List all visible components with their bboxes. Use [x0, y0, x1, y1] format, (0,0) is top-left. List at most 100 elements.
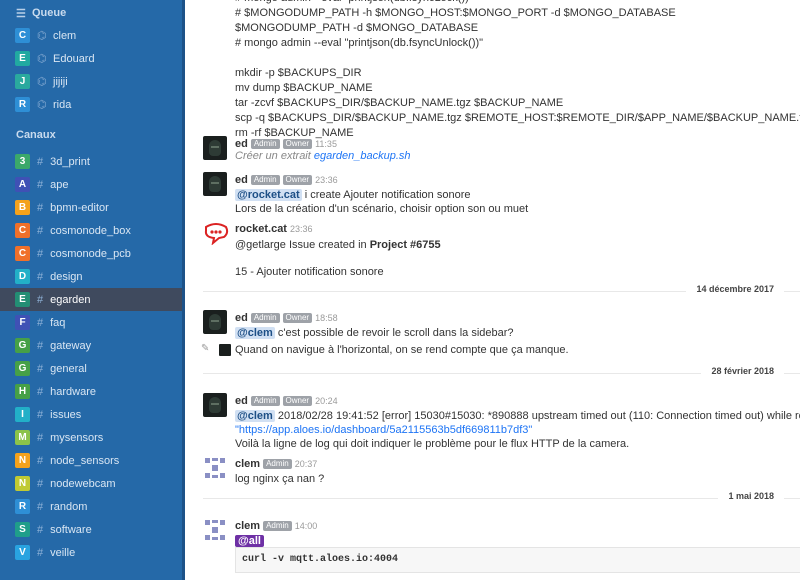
script-line: # mongo admin --eval "printjson(db.fsync…: [235, 37, 484, 49]
username[interactable]: rocket.cat: [235, 223, 287, 235]
admin-tag: Admin: [250, 139, 280, 149]
date-divider: 28 février 2018: [203, 366, 800, 380]
channel-label: hardware: [50, 385, 96, 398]
sidebar-item-cosmonode_box[interactable]: C # cosmonode_box: [0, 219, 185, 242]
sidebar-item-ape[interactable]: A # ape: [0, 173, 185, 196]
sidebar-item-software[interactable]: S # software: [0, 518, 185, 541]
channel-avatar: G: [15, 361, 30, 376]
script-line: # $MONGODUMP_PATH -h $MONGO_HOST:$MONGO_…: [235, 7, 676, 19]
sidebar-item-gateway[interactable]: G # gateway: [0, 334, 185, 357]
project-link[interactable]: Project #6755: [370, 239, 441, 251]
sidebar-item-cosmonode_pcb[interactable]: C # cosmonode_pcb: [0, 242, 185, 265]
mention[interactable]: @clem: [235, 410, 275, 422]
owner-tag: Owner: [282, 139, 313, 149]
queue-item-clem[interactable]: C ⌬ clem: [0, 24, 185, 47]
dashboard-link[interactable]: "https://app.aloes.io/dashboard/5a211556…: [235, 423, 800, 437]
all-mention[interactable]: @all: [235, 535, 264, 547]
user-avatar[interactable]: [203, 518, 227, 542]
admin-tag: Admin: [263, 521, 292, 531]
sidebar-item-mysensors[interactable]: M # mysensors: [0, 426, 185, 449]
sidebar-item-egarden[interactable]: E # egarden: [0, 288, 185, 311]
queue-item-label: jijiji: [53, 75, 68, 88]
sidebar-item-veille[interactable]: V # veille: [0, 541, 185, 564]
username[interactable]: clem: [235, 458, 260, 470]
timestamp: 20:37: [294, 459, 318, 469]
channel-label: node_sensors: [50, 454, 120, 467]
mention[interactable]: @rocket.cat: [235, 189, 302, 201]
message-text: c'est possible de revoir le scroll dans …: [274, 327, 514, 339]
sidebar-item-faq[interactable]: F # faq: [0, 311, 185, 334]
timestamp: 11:35: [315, 139, 337, 149]
queue-item-edouard[interactable]: E ⌬ Edouard: [0, 47, 185, 70]
queue-avatar: R: [15, 97, 30, 112]
user-avatar[interactable]: [203, 456, 227, 480]
script-line: scp -q $BACKUPS_DIR/$BACKUP_NAME.tgz $RE…: [235, 112, 800, 124]
channel-label: 3d_print: [50, 155, 90, 168]
channel-label: cosmonode_pcb: [50, 247, 131, 260]
channel-label: cosmonode_box: [50, 224, 131, 237]
queue-item-jijiji[interactable]: J ⌬ jijiji: [0, 70, 185, 93]
username[interactable]: ed: [235, 174, 248, 186]
owner-tag: Owner: [282, 175, 313, 185]
hash-icon: #: [37, 500, 44, 513]
queue-item-rida[interactable]: R ⌬ rida: [0, 93, 185, 116]
rocket-cat-avatar[interactable]: [203, 221, 229, 246]
sidebar-item-general[interactable]: G # general: [0, 357, 185, 380]
channel-avatar: 3: [15, 154, 30, 169]
message-text: i create Ajouter notification sonore: [301, 189, 471, 201]
sidebar-item-issues[interactable]: I # issues: [0, 403, 185, 426]
sidebar-item-node_sensors[interactable]: N # node_sensors: [0, 449, 185, 472]
queue-list: C ⌬ clem E ⌬ Edouard J ⌬ jijiji R ⌬ rida: [0, 24, 185, 116]
channel-avatar: M: [15, 430, 30, 445]
channel-label: gateway: [50, 339, 92, 352]
channel-avatar: N: [15, 476, 30, 491]
channel-label: egarden: [50, 293, 91, 306]
username[interactable]: ed: [235, 138, 248, 150]
snippet-link[interactable]: egarden_backup.sh: [314, 150, 411, 162]
sidebar-item-hardware[interactable]: H # hardware: [0, 380, 185, 403]
hash-icon: #: [37, 201, 44, 214]
channel-avatar: V: [15, 545, 30, 560]
channel-avatar: R: [15, 499, 30, 514]
sidebar-item-design[interactable]: D # design: [0, 265, 185, 288]
queue-avatar: C: [15, 28, 30, 43]
message-text: Voilà la ligne de log qui doit indiquer …: [235, 438, 630, 450]
hash-icon: #: [37, 362, 44, 375]
hash-icon: #: [37, 178, 44, 191]
owner-tag: Owner: [282, 313, 313, 323]
channel-label: mysensors: [50, 431, 104, 444]
message-text: log nginx ça nan ?: [235, 473, 325, 485]
message-text: Lors de la création d'un scénario, chois…: [235, 203, 529, 215]
hash-icon: #: [37, 293, 44, 306]
mention[interactable]: @clem: [235, 327, 275, 339]
channel-avatar: B: [15, 200, 30, 215]
username[interactable]: ed: [235, 395, 248, 407]
hash-icon: #: [37, 247, 44, 260]
hash-icon: #: [37, 224, 44, 237]
user-avatar[interactable]: [203, 172, 227, 196]
user-avatar[interactable]: [219, 344, 231, 356]
timestamp: 18:58: [315, 313, 338, 323]
channel-list: 3 #3d_print A # ape B # bpmn-editor C # cosmonode_…: [0, 150, 185, 564]
queue-item-label: clem: [53, 29, 77, 42]
script-line: tar -zcvf $BACKUPS_DIR/$BACKUP_NAME.tgz …: [235, 97, 564, 109]
date-divider: 14 décembre 2017: [203, 284, 800, 298]
username[interactable]: ed: [235, 312, 248, 324]
livechat-icon: ⌬: [37, 76, 47, 88]
channel-label: veille: [50, 546, 76, 559]
channels-section-title: Canaux: [16, 129, 56, 141]
code-block: curl -v mqtt.aloes.io:4004: [235, 547, 800, 573]
owner-tag: Owner: [282, 396, 313, 406]
script-line: mv dump $BACKUP_NAME: [235, 82, 373, 94]
hash-icon: #: [37, 339, 44, 352]
hash-icon: #: [37, 454, 44, 467]
sidebar-item-nodewebcam[interactable]: N # nodewebcam: [0, 472, 185, 495]
sidebar-scrollbar[interactable]: [182, 0, 185, 580]
username[interactable]: clem: [235, 520, 260, 532]
sidebar-item-bpmn-editor[interactable]: B # bpmn-editor: [0, 196, 185, 219]
sidebar-item-3d_print[interactable]: 3 #3d_print: [0, 150, 185, 173]
user-avatar[interactable]: [203, 136, 227, 160]
user-avatar[interactable]: [203, 310, 227, 334]
sidebar-item-random[interactable]: R # random: [0, 495, 185, 518]
user-avatar[interactable]: [203, 393, 227, 417]
